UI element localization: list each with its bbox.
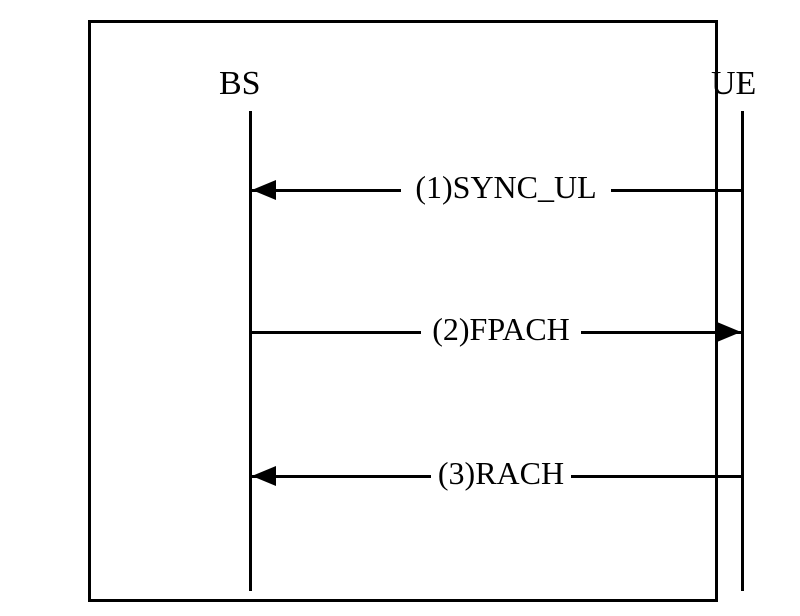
entity-label-bs: BS <box>219 65 261 103</box>
diagram-frame: BS UE (1)SYNC_UL (2)FPACH (3)RACH <box>88 20 718 602</box>
arrowhead-left-icon <box>252 180 276 200</box>
arrowhead-left-icon <box>252 466 276 486</box>
message-label-1: (1)SYNC_UL <box>401 169 611 206</box>
entity-label-ue: UE <box>711 65 756 103</box>
message-label-2: (2)FPACH <box>421 311 581 348</box>
lifeline-ue <box>741 111 744 591</box>
message-label-3: (3)RACH <box>431 455 571 492</box>
arrowhead-right-icon <box>717 322 741 342</box>
